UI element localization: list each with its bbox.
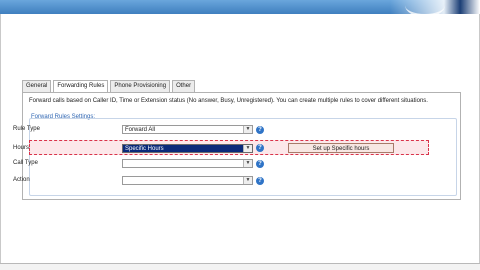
chevron-down-icon[interactable]: ▼ [243, 160, 252, 167]
setup-specific-hours-button[interactable]: Set up Specific hours [288, 143, 394, 153]
tab-phone-provisioning[interactable]: Phone Provisioning [110, 80, 171, 92]
forwarding-description: Forward calls based on Caller ID, Time o… [29, 98, 428, 104]
hours-value: Specific Hours [125, 146, 164, 152]
tab-general[interactable]: General [22, 80, 52, 92]
chevron-down-icon[interactable]: ▼ [243, 177, 252, 184]
rule-type-label: Rule Type [13, 126, 40, 132]
help-icon[interactable]: ? [256, 126, 264, 134]
hours-label: Hours [13, 145, 30, 151]
call-type-select[interactable]: ▼ [122, 159, 253, 168]
help-icon[interactable]: ? [256, 160, 264, 168]
frame-left-border [0, 14, 1, 264]
help-icon[interactable]: ? [256, 177, 264, 185]
window-header-bar [0, 0, 480, 17]
rule-type-select[interactable]: Forward All ▼ [122, 125, 253, 134]
header-swoosh [405, 0, 445, 17]
help-icon[interactable]: ? [256, 144, 264, 152]
hours-select[interactable]: Specific Hours ▼ [122, 144, 253, 153]
tab-other[interactable]: Other [172, 80, 196, 92]
settings-tabs: General Forwarding Rules Phone Provision… [22, 80, 197, 93]
chevron-down-icon[interactable]: ▼ [243, 126, 252, 133]
chevron-down-icon[interactable]: ▼ [243, 145, 252, 152]
status-strip [0, 264, 480, 270]
action-label: Action [13, 177, 30, 183]
rule-type-value: Forward All [125, 127, 156, 133]
action-select[interactable]: ▼ [122, 176, 253, 185]
call-type-label: Call Type [13, 160, 38, 166]
